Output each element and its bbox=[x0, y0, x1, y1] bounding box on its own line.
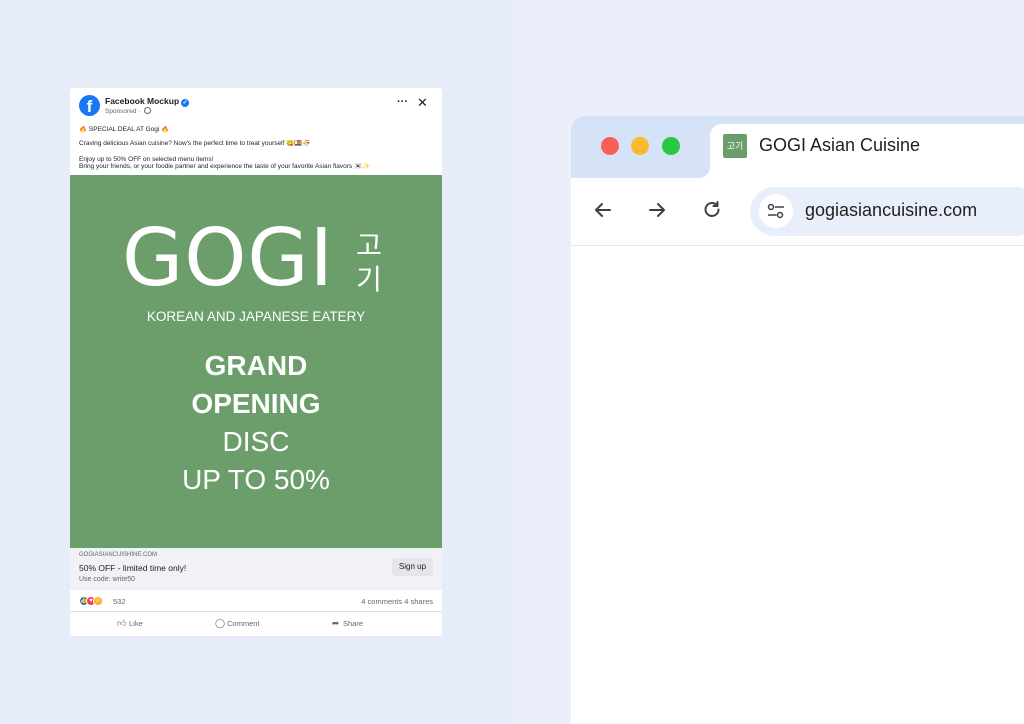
arrow-left-icon[interactable] bbox=[590, 197, 616, 223]
page-name[interactable]: Facebook Mockup bbox=[105, 96, 179, 106]
close-window-button[interactable] bbox=[601, 137, 619, 155]
like-label: Like bbox=[129, 619, 143, 628]
gogi-logo: GOGI 고 기 bbox=[122, 219, 392, 302]
reaction-icons[interactable]: 👍 ♥ ☺ bbox=[79, 596, 107, 606]
sponsored-row: Sponsored · bbox=[105, 107, 152, 115]
reactions-bar: 👍 ♥ ☺ 532 4 comments 4 shares bbox=[70, 590, 442, 612]
address-bar[interactable]: gogiasiancuisine.com bbox=[750, 187, 1024, 236]
active-tab[interactable]: 고기 GOGI Asian Cuisine bbox=[698, 124, 1024, 178]
tab-title-fade bbox=[1010, 124, 1024, 178]
url-text[interactable]: gogiasiancuisine.com bbox=[805, 200, 977, 221]
minimize-window-button[interactable] bbox=[631, 137, 649, 155]
sponsored-label: Sponsored · bbox=[105, 108, 143, 115]
facebook-post-card: f Facebook Mockup ✓ Sponsored · ··· ✕ 🔥 S… bbox=[70, 88, 442, 636]
close-icon[interactable]: ✕ bbox=[417, 95, 428, 111]
care-reaction-icon: ☺ bbox=[93, 596, 103, 606]
post-text-line-2: Craving delicious Asian cuisine? Now's t… bbox=[79, 140, 311, 147]
comment-button[interactable]: ◯ Comment bbox=[215, 618, 260, 629]
arrow-right-icon[interactable] bbox=[644, 197, 670, 223]
maximize-window-button[interactable] bbox=[662, 137, 680, 155]
share-button[interactable]: ➦ Share bbox=[331, 618, 363, 629]
verified-badge-icon: ✓ bbox=[181, 99, 190, 107]
cta-bar[interactable]: GOGIASIANCUISHINE.COM 50% OFF - limited … bbox=[70, 548, 442, 590]
reload-icon[interactable] bbox=[699, 197, 725, 223]
facebook-logo-icon[interactable]: f bbox=[79, 95, 100, 116]
post-text-line-4: Bring your friends, or your foodie partn… bbox=[79, 163, 371, 170]
comment-icon: ◯ bbox=[215, 618, 226, 628]
sign-up-button[interactable]: Sign up bbox=[392, 558, 433, 576]
post-text-line-1: 🔥 SPECIAL DEAL AT Gogi 🔥 bbox=[79, 126, 170, 133]
cta-headline: 50% OFF - limited time only! bbox=[79, 563, 187, 573]
share-icon: ➦ bbox=[331, 618, 340, 628]
navigation-bar: gogiasiancuisine.com bbox=[571, 178, 1024, 246]
reaction-count[interactable]: 532 bbox=[113, 597, 126, 606]
tune-icon[interactable] bbox=[759, 194, 793, 228]
hangul-gi: 기 bbox=[356, 264, 382, 295]
more-options-icon[interactable]: ··· bbox=[397, 96, 408, 108]
ad-headline-opening: OPENING bbox=[191, 388, 321, 419]
hangul-go: 고 bbox=[356, 230, 382, 261]
share-label: Share bbox=[343, 619, 364, 628]
globe-icon bbox=[144, 107, 152, 114]
gogi-hangul-mark: 고 기 bbox=[352, 229, 386, 297]
post-header: f Facebook Mockup ✓ Sponsored · ··· ✕ bbox=[70, 88, 442, 122]
gogi-favicon-icon: 고기 bbox=[723, 134, 747, 158]
browser-window: 고기 GOGI Asian Cuisine gogiasiancuisine.c… bbox=[571, 116, 1024, 724]
ad-disc: DISC bbox=[222, 426, 290, 457]
ad-headline-grand: GRAND bbox=[204, 350, 308, 381]
post-actions: 👍︎ Like ◯ Comment ➦ Share bbox=[70, 613, 442, 636]
gogi-wordmark: GOGI bbox=[122, 212, 334, 304]
cta-domain: GOGIASIANCUISHINE.COM bbox=[79, 552, 158, 558]
comments-shares-count[interactable]: 4 comments 4 shares bbox=[361, 597, 433, 606]
thumbs-up-icon: 👍︎ bbox=[117, 618, 127, 628]
page-name-row[interactable]: Facebook Mockup ✓ bbox=[105, 96, 190, 107]
tab-bar: 고기 GOGI Asian Cuisine bbox=[571, 116, 1024, 178]
tab-title: GOGI Asian Cuisine bbox=[759, 135, 921, 155]
cta-subtext: Use code: write50 bbox=[79, 576, 136, 583]
ad-up-to: UP TO 50% bbox=[182, 464, 330, 495]
like-button[interactable]: 👍︎ Like bbox=[117, 618, 143, 629]
ad-subtitle: KOREAN AND JAPANESE EATERY bbox=[146, 309, 366, 324]
comment-label: Comment bbox=[227, 619, 260, 628]
ad-image[interactable]: GOGI 고 기 KOREAN AND JAPANESE EATERY GRAN… bbox=[70, 175, 442, 548]
